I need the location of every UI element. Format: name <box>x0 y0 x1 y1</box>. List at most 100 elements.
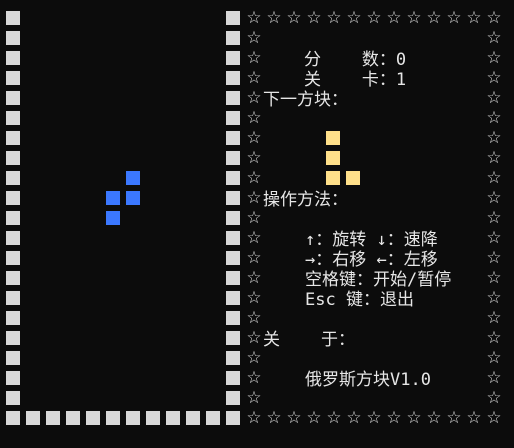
star-border-icon: ☆ <box>486 208 502 228</box>
wall-block <box>226 291 240 305</box>
star-border-icon: ☆ <box>486 48 502 68</box>
wall-block <box>226 331 240 345</box>
wall-block <box>226 131 240 145</box>
active-piece-block <box>126 171 140 185</box>
star-border-icon: ☆ <box>266 8 282 28</box>
next-piece-block <box>326 171 340 185</box>
star-border-icon: ☆ <box>466 8 482 28</box>
wall-block <box>186 411 200 425</box>
star-border-icon: ☆ <box>246 68 262 88</box>
star-border-icon: ☆ <box>246 128 262 148</box>
next-piece-label: 下一方块： <box>263 90 348 110</box>
star-border-icon: ☆ <box>486 388 502 408</box>
wall-block <box>6 411 20 425</box>
wall-block <box>6 31 20 45</box>
wall-block <box>226 351 240 365</box>
star-border-icon: ☆ <box>246 348 262 368</box>
star-border-icon: ☆ <box>386 408 402 428</box>
star-border-icon: ☆ <box>446 408 462 428</box>
star-border-icon: ☆ <box>486 368 502 388</box>
wall-block <box>6 391 20 405</box>
wall-block <box>226 51 240 65</box>
wall-block <box>226 191 240 205</box>
star-border-icon: ☆ <box>246 8 262 28</box>
star-border-icon: ☆ <box>486 88 502 108</box>
star-border-icon: ☆ <box>486 348 502 368</box>
star-border-icon: ☆ <box>486 268 502 288</box>
star-border-icon: ☆ <box>246 308 262 328</box>
star-border-icon: ☆ <box>486 108 502 128</box>
wall-block <box>226 71 240 85</box>
wall-block <box>6 291 20 305</box>
star-border-icon: ☆ <box>246 148 262 168</box>
star-border-icon: ☆ <box>246 108 262 128</box>
wall-block <box>26 411 40 425</box>
score-row: 分 数：0 <box>263 30 406 70</box>
wall-block <box>226 91 240 105</box>
wall-block <box>6 271 20 285</box>
level-value: 1 <box>395 70 407 90</box>
controls-line-4: Esc 键：退出 <box>305 290 414 310</box>
wall-block <box>6 51 20 65</box>
star-border-icon: ☆ <box>486 28 502 48</box>
tetris-console-window: ☆ ☆ ☆ ☆ ☆ ☆ ☆ ☆ ☆ ☆ ☆ ☆ ☆ ☆ ☆ ☆ ☆ ☆ ☆ ☆ ☆ ☆ ☆ ☆ ☆ ☆ ☆ ☆ ☆ ☆ ☆ ☆ ☆ ☆ ☆ ☆ ☆ ☆ ☆ ☆… <box>0 0 514 448</box>
wall-block <box>6 311 20 325</box>
star-border-icon: ☆ <box>286 8 302 28</box>
wall-block <box>6 231 20 245</box>
wall-block <box>46 411 60 425</box>
level-row: 关 卡：1 <box>263 50 406 90</box>
wall-block <box>6 131 20 145</box>
controls-line-2: →：右移 ←：左移 <box>305 250 438 270</box>
star-border-icon: ☆ <box>246 48 262 68</box>
star-border-icon: ☆ <box>346 408 362 428</box>
star-border-icon: ☆ <box>486 8 502 28</box>
active-piece-block <box>106 191 120 205</box>
star-border-icon: ☆ <box>246 88 262 108</box>
star-border-icon: ☆ <box>486 188 502 208</box>
wall-block <box>6 331 20 345</box>
star-border-icon: ☆ <box>366 8 382 28</box>
star-border-icon: ☆ <box>486 68 502 88</box>
next-piece-block <box>346 171 360 185</box>
wall-block <box>6 171 20 185</box>
wall-block <box>226 391 240 405</box>
star-border-icon: ☆ <box>486 288 502 308</box>
star-border-icon: ☆ <box>246 28 262 48</box>
controls-line-3: 空格键：开始/暂停 <box>305 270 452 290</box>
star-border-icon: ☆ <box>246 288 262 308</box>
star-border-icon: ☆ <box>286 408 302 428</box>
star-border-icon: ☆ <box>246 268 262 288</box>
wall-block <box>226 171 240 185</box>
active-piece-block <box>126 191 140 205</box>
wall-block <box>126 411 140 425</box>
star-border-icon: ☆ <box>246 208 262 228</box>
about-label: 关 于： <box>263 330 355 350</box>
star-border-icon: ☆ <box>306 8 322 28</box>
star-border-icon: ☆ <box>486 308 502 328</box>
wall-block <box>6 371 20 385</box>
wall-block <box>6 151 20 165</box>
star-border-icon: ☆ <box>306 408 322 428</box>
controls-title: 操作方法： <box>263 190 348 210</box>
wall-block <box>226 151 240 165</box>
star-border-icon: ☆ <box>446 8 462 28</box>
star-border-icon: ☆ <box>366 408 382 428</box>
wall-block <box>146 411 160 425</box>
wall-block <box>226 371 240 385</box>
wall-block <box>6 351 20 365</box>
star-border-icon: ☆ <box>246 368 262 388</box>
wall-block <box>6 91 20 105</box>
wall-block <box>226 311 240 325</box>
wall-block <box>6 211 20 225</box>
star-border-icon: ☆ <box>246 388 262 408</box>
wall-block <box>106 411 120 425</box>
star-border-icon: ☆ <box>246 248 262 268</box>
wall-block <box>166 411 180 425</box>
star-border-icon: ☆ <box>406 8 422 28</box>
star-border-icon: ☆ <box>246 168 262 188</box>
wall-block <box>226 31 240 45</box>
star-border-icon: ☆ <box>486 168 502 188</box>
star-border-icon: ☆ <box>346 8 362 28</box>
wall-block <box>6 111 20 125</box>
controls-line-1: ↑：旋转 ↓：速降 <box>305 230 438 250</box>
